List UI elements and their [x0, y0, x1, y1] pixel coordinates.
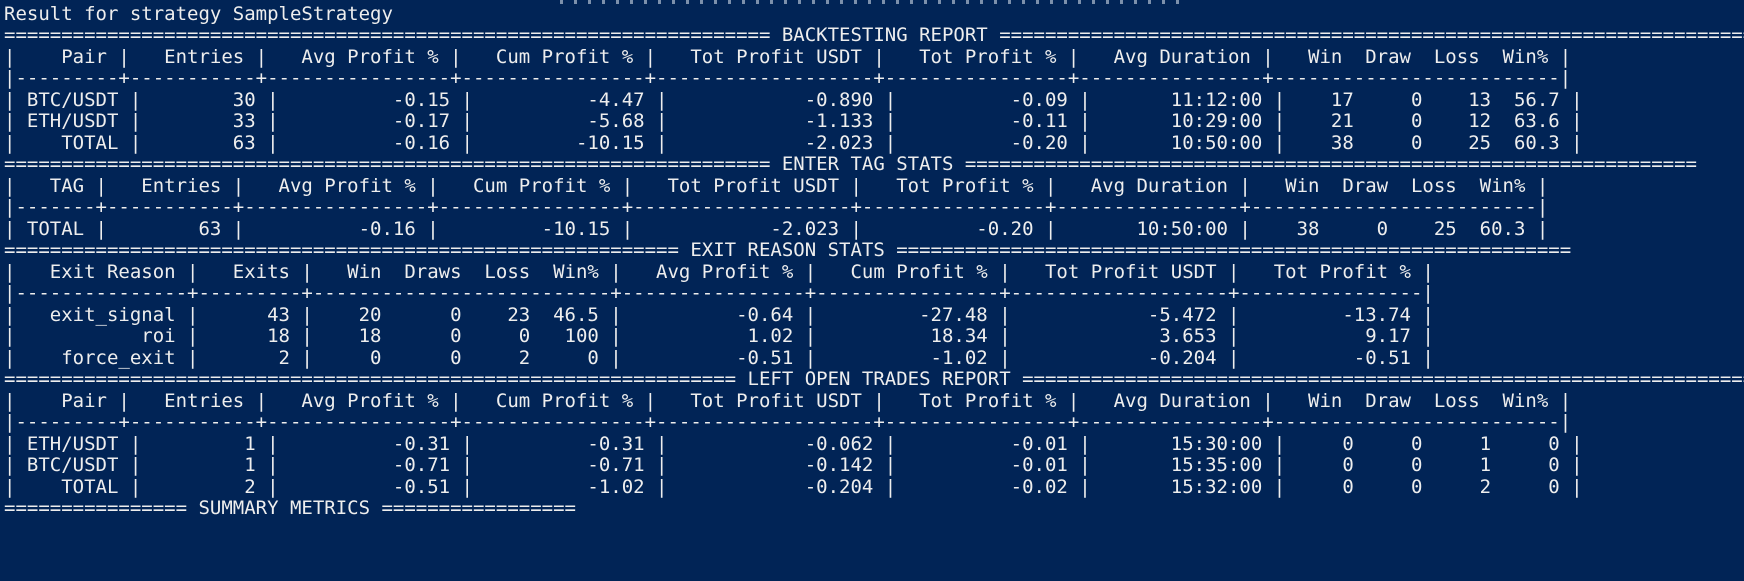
enter-tag-stats-title: ========================================…	[4, 153, 1697, 175]
enter-tag-stats-separator: |-------+-----------+----------------+--…	[4, 196, 1549, 218]
cut-off-command-line	[560, 0, 1180, 4]
backtesting-report-separator: |---------+-----------+----------------+…	[4, 67, 1572, 89]
backtesting-report-row: | ETH/USDT | 33 | -0.17 | -5.68 | -1.133…	[4, 110, 1583, 132]
exit-reason-stats-title: ========================================…	[4, 239, 1572, 261]
left-open-trades-title: ========================================…	[4, 368, 1744, 390]
left-open-trades-separator: |---------+-----------+----------------+…	[4, 411, 1572, 433]
exit-reason-stats-row: | roi | 18 | 18 0 0 100 | 1.02 | 18.34 |…	[4, 325, 1434, 347]
exit-reason-stats-separator: |---------------+---------+-------------…	[4, 282, 1434, 304]
left-open-trades-row: | BTC/USDT | 1 | -0.71 | -0.71 | -0.142 …	[4, 454, 1583, 476]
summary-metrics-title: ================ SUMMARY METRICS =======…	[4, 497, 576, 519]
backtesting-report-title: ========================================…	[4, 24, 1744, 46]
